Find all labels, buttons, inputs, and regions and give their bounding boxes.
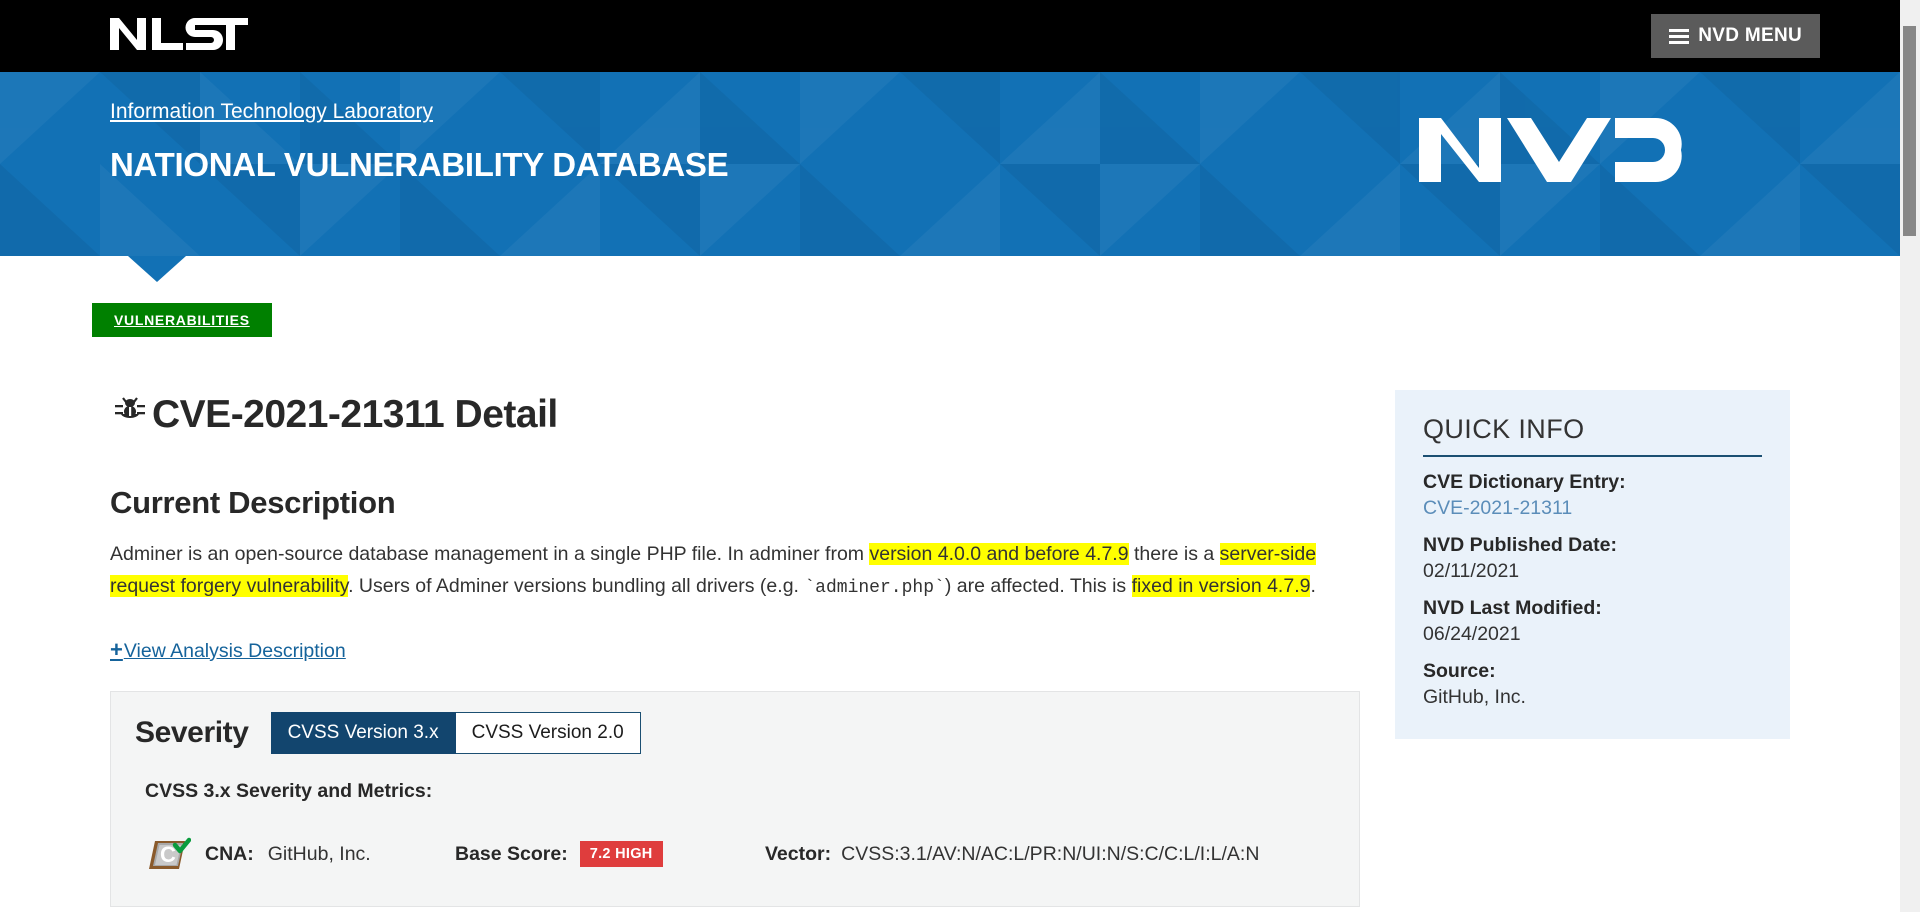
banner-down-arrow: [128, 256, 186, 282]
quick-info-key: CVE Dictionary Entry:: [1423, 471, 1762, 494]
sidebar-column: QUICK INFO CVE Dictionary Entry: CVE-202…: [1395, 390, 1790, 907]
cve-dictionary-entry-link[interactable]: CVE-2021-21311: [1423, 497, 1762, 520]
nvd-wordmark-logo: [1415, 110, 1685, 195]
page-root: NVD MENU: [0, 0, 1900, 912]
quick-info-panel: QUICK INFO CVE Dictionary Entry: CVE-202…: [1395, 390, 1790, 739]
quick-info-key: Source:: [1423, 660, 1762, 683]
desc-part-2: there is a: [1129, 543, 1220, 565]
nist-top-bar: NVD MENU: [0, 0, 1900, 72]
quick-info-key: NVD Published Date:: [1423, 534, 1762, 557]
browser-viewport: NVD MENU: [0, 0, 1920, 912]
vertical-scrollbar-track[interactable]: [1900, 0, 1920, 912]
vulnerabilities-tag[interactable]: VULNERABILITIES: [92, 303, 272, 337]
severity-panel: Severity CVSS Version 3.x CVSS Version 2…: [110, 691, 1360, 907]
page-title-text: CVE-2021-21311 Detail: [152, 393, 558, 437]
page-title: CVE-2021-21311 Detail: [110, 390, 1361, 440]
nvd-menu-label: NVD MENU: [1698, 25, 1802, 47]
vertical-scrollbar-thumb[interactable]: [1903, 26, 1916, 236]
information-technology-laboratory-link[interactable]: Information Technology Laboratory: [110, 100, 433, 124]
hamburger-icon: [1669, 29, 1689, 44]
content-area: CVE-2021-21311 Detail Current Descriptio…: [0, 390, 1900, 907]
quick-info-row-nvd-last-modified: NVD Last Modified: 06/24/2021: [1423, 597, 1762, 646]
quick-info-row-source: Source: GitHub, Inc.: [1423, 660, 1762, 709]
base-score-block: Base Score: 7.2 HIGH: [455, 841, 765, 867]
view-analysis-description-label: View Analysis Description: [124, 640, 346, 663]
vector-label: Vector:: [765, 843, 831, 866]
view-analysis-description-link[interactable]: + View Analysis Description: [110, 637, 346, 663]
severity-label: Severity: [135, 716, 249, 750]
bug-icon: [110, 390, 150, 440]
tab-cvss-version-3x[interactable]: CVSS Version 3.x: [271, 712, 456, 754]
site-banner: Information Technology Laboratory NATION…: [0, 72, 1900, 256]
nist-logo[interactable]: [108, 12, 250, 56]
current-description-heading: Current Description: [110, 485, 1361, 521]
nvd-menu-button[interactable]: NVD MENU: [1651, 14, 1820, 58]
quick-info-row-cve-dictionary-entry: CVE Dictionary Entry: CVE-2021-21311: [1423, 471, 1762, 520]
vector-value: CVSS:3.1/AV:N/AC:L/PR:N/UI:N/S:C/C:L/I:L…: [841, 843, 1259, 866]
main-column: CVE-2021-21311 Detail Current Descriptio…: [110, 390, 1361, 907]
desc-highlight-fixed-version: fixed in version 4.7.9: [1132, 575, 1311, 597]
cvss-version-tabs: CVSS Version 3.x CVSS Version 2.0: [271, 712, 641, 754]
quick-info-title: QUICK INFO: [1423, 414, 1762, 457]
cvss-metrics-row: C CNA: GitHub, Inc. Base Score: 7.2 HIGH: [145, 829, 1335, 880]
quick-info-value: GitHub, Inc.: [1423, 686, 1762, 709]
desc-part-1: Adminer is an open-source database manag…: [110, 543, 869, 565]
vector-block: Vector: CVSS:3.1/AV:N/AC:L/PR:N/UI:N/S:C…: [765, 843, 1259, 866]
severity-header: Severity CVSS Version 3.x CVSS Version 2…: [135, 712, 1335, 754]
quick-info-value: 02/11/2021: [1423, 560, 1762, 583]
desc-highlight-version-range: version 4.0.0 and before 4.7.9: [869, 543, 1128, 565]
cna-label: CNA:: [205, 843, 254, 866]
desc-part-3: . Users of Adminer versions bundling all…: [348, 575, 804, 597]
desc-code-adminer-php: `adminer.php`: [804, 578, 944, 598]
tab-cvss-version-20[interactable]: CVSS Version 2.0: [456, 712, 641, 754]
base-score-badge[interactable]: 7.2 HIGH: [580, 841, 663, 867]
desc-part-4: ) are affected. This is: [945, 575, 1132, 597]
cna-clipboard-check-icon: C: [145, 829, 191, 880]
quick-info-value: 06/24/2021: [1423, 623, 1762, 646]
cna-value: GitHub, Inc.: [268, 843, 371, 866]
cvss-metrics-title: CVSS 3.x Severity and Metrics:: [145, 780, 1335, 803]
desc-part-5: .: [1310, 575, 1315, 597]
cve-description: Adminer is an open-source database manag…: [110, 539, 1325, 603]
quick-info-key: NVD Last Modified:: [1423, 597, 1762, 620]
cna-block: C CNA: GitHub, Inc.: [145, 829, 455, 880]
quick-info-row-nvd-published-date: NVD Published Date: 02/11/2021: [1423, 534, 1762, 583]
plus-icon: +: [110, 637, 123, 663]
base-score-label: Base Score:: [455, 843, 568, 866]
